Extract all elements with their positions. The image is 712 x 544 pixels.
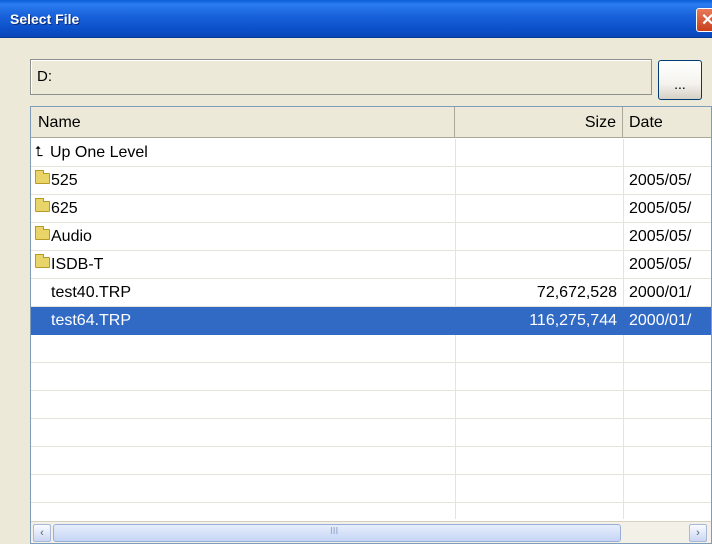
empty-row: [31, 447, 711, 475]
list-item-label: Up One Level: [50, 144, 148, 162]
browse-label: ...: [674, 76, 686, 92]
list-item-name-cell: test64.TRP: [31, 307, 455, 335]
scroll-right-button[interactable]: ›: [689, 524, 707, 542]
list-item-size: 72,672,528: [536, 284, 617, 301]
column-header-size[interactable]: Size: [455, 107, 623, 138]
file-list[interactable]: Name Size Date ⮤ Up One Level 525 2005/05…: [30, 106, 712, 544]
list-item-name-cell: ⮤ Up One Level: [31, 139, 455, 167]
path-value: D:: [37, 68, 52, 85]
list-item-date: 2000/01/: [629, 284, 692, 301]
close-icon: ✕: [701, 12, 712, 29]
empty-row: [31, 335, 711, 363]
list-item-size: [455, 195, 623, 223]
list-header: Name Size Date: [31, 107, 711, 138]
list-item-date: [623, 139, 711, 167]
chevron-right-icon: ›: [696, 527, 700, 539]
list-item-date: 2005/05/: [629, 200, 692, 217]
list-item-name-cell: 525: [31, 167, 455, 195]
select-file-dialog: Select File ✕ D: ... Name Size Date ⮤ Up …: [0, 0, 712, 544]
scrollbar-grip: III: [330, 526, 339, 537]
title-bar[interactable]: Select File ✕: [0, 0, 712, 38]
list-item-audio[interactable]: Audio 2005/05/: [31, 223, 711, 251]
folder-icon: [35, 170, 50, 185]
list-item-date: 2005/05/: [629, 256, 692, 273]
folder-icon: [35, 254, 50, 269]
scroll-left-button[interactable]: ‹: [33, 524, 51, 542]
empty-row: [31, 419, 711, 447]
list-item-name-cell: 625: [31, 195, 455, 223]
list-item-label: 625: [51, 200, 78, 217]
list-item-size: [455, 223, 623, 251]
folder-icon: [35, 198, 50, 213]
column-header-date[interactable]: Date: [623, 107, 711, 138]
list-item-label: Audio: [51, 228, 92, 245]
scrollbar-thumb[interactable]: III: [53, 524, 621, 542]
browse-button[interactable]: ...: [658, 60, 702, 100]
list-item-test64-trp[interactable]: test64.TRP 116,275,744 2000/01/: [31, 307, 711, 335]
window-title: Select File: [10, 11, 80, 27]
close-button[interactable]: ✕: [696, 8, 712, 32]
list-item-name-cell: ISDB-T: [31, 251, 455, 279]
list-item-label: 525: [51, 172, 78, 189]
list-item-label: ISDB-T: [51, 256, 104, 273]
list-item-625[interactable]: 625 2005/05/: [31, 195, 711, 223]
list-item-size: [455, 167, 623, 195]
list-item-label: test64.TRP: [51, 312, 132, 329]
list-item-525[interactable]: 525 2005/05/: [31, 167, 711, 195]
empty-row: [31, 363, 711, 391]
folder-icon: [35, 226, 50, 241]
list-item-isdb-t[interactable]: ISDB-T 2005/05/: [31, 251, 711, 279]
empty-row: [31, 475, 711, 503]
list-item-test40-trp[interactable]: test40.TRP 72,672,528 2000/01/: [31, 279, 711, 307]
list-item-size: 116,275,744: [529, 312, 617, 329]
list-item-name-cell: Audio: [31, 223, 455, 251]
list-item-size: [455, 139, 623, 167]
chevron-left-icon: ‹: [40, 527, 44, 539]
horizontal-scrollbar[interactable]: ‹ III ›: [31, 521, 711, 543]
list-item-date: 2005/05/: [629, 228, 692, 245]
column-header-name[interactable]: Name: [31, 107, 455, 138]
list-item-name-cell: test40.TRP: [31, 279, 455, 307]
path-field[interactable]: D:: [30, 59, 652, 95]
list-item-size: [455, 251, 623, 279]
list-item-up-one-level[interactable]: ⮤ Up One Level: [31, 139, 711, 167]
list-item-label: test40.TRP: [51, 284, 132, 301]
list-item-date: 2005/05/: [629, 172, 692, 189]
empty-row: [31, 391, 711, 419]
list-item-date: 2000/01/: [629, 312, 692, 329]
up-arrow-icon: ⮤: [35, 143, 44, 159]
